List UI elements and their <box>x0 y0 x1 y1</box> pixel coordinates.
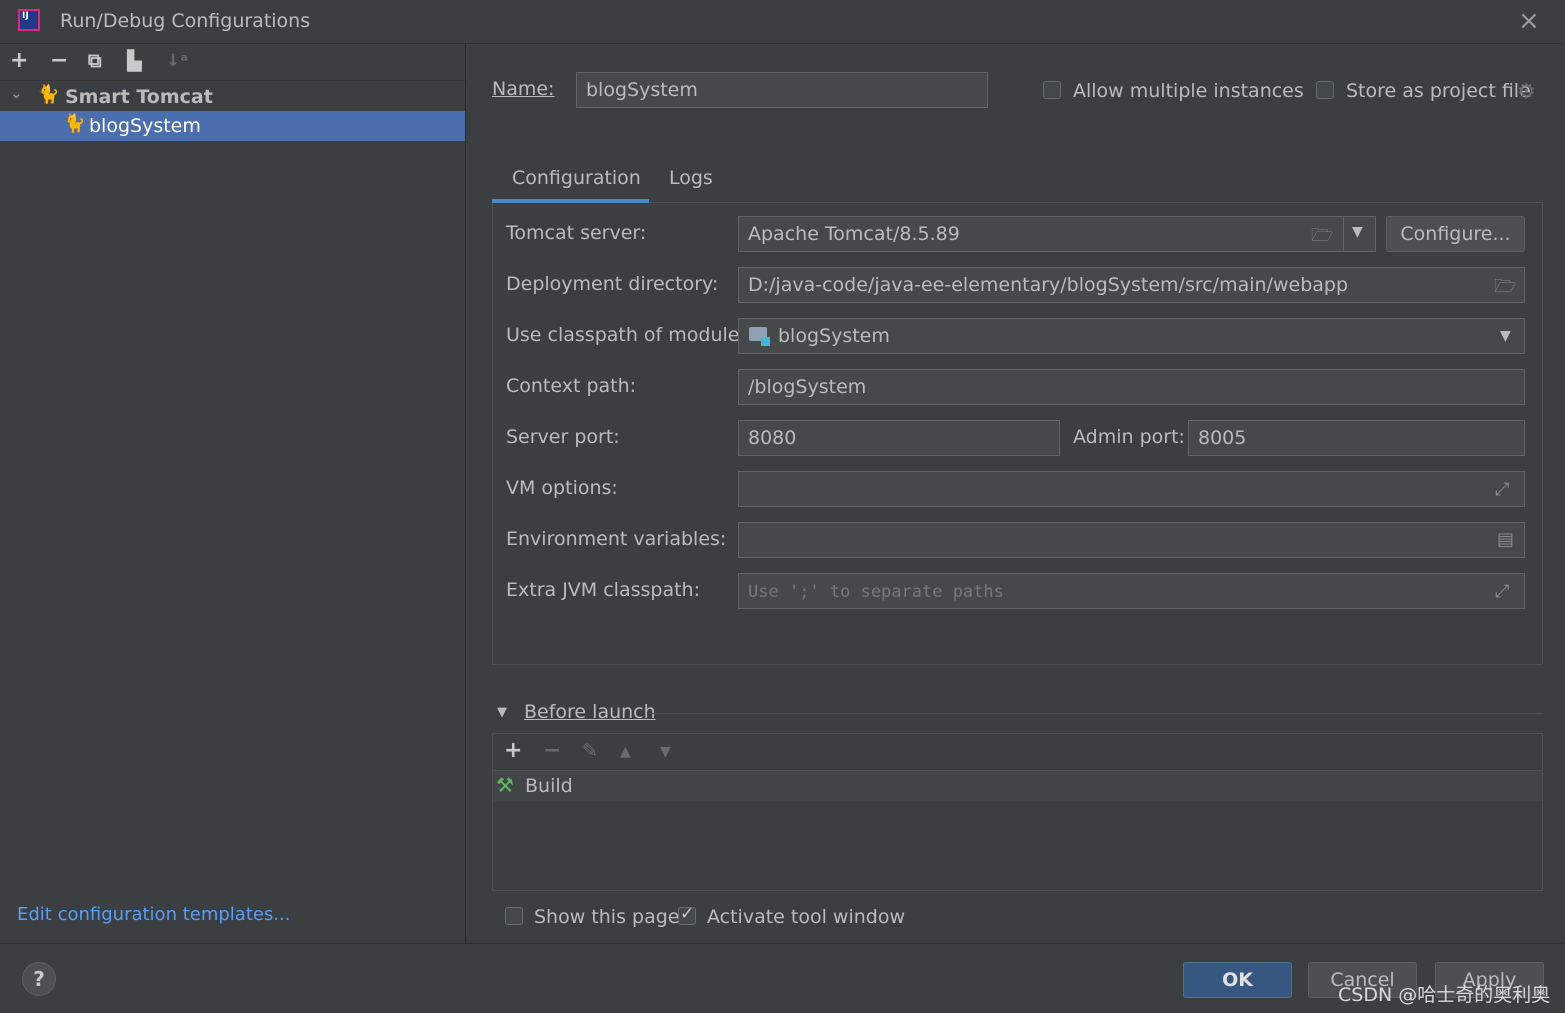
separator <box>650 713 1543 714</box>
server-port-label: Server port: <box>506 426 620 448</box>
classpath-module-select[interactable]: blogSystem <box>738 318 1525 354</box>
footer-separator <box>0 943 1565 944</box>
tomcat-server-select[interactable]: Apache Tomcat/8.5.89 <box>738 216 1376 252</box>
collapse-triangle-icon[interactable]: ▼ <box>497 705 507 720</box>
allow-multiple-label: Allow multiple instances <box>1073 80 1304 102</box>
activate-tool-label: Activate tool window <box>707 906 906 928</box>
move-up-icon[interactable]: ▲ <box>620 744 631 760</box>
deployment-dir-label: Deployment directory: <box>506 273 719 295</box>
close-icon[interactable]: × <box>1518 6 1540 36</box>
vm-options-input[interactable] <box>738 471 1525 507</box>
before-launch-title[interactable]: Before launch <box>524 701 656 723</box>
tomcat-server-value: Apache Tomcat/8.5.89 <box>748 223 960 245</box>
watermark: CSDN @哈士奇的奥利奥 <box>1338 984 1551 1006</box>
show-page-checkbox[interactable] <box>505 907 523 925</box>
classpath-module-label: Use classpath of module: <box>506 324 746 346</box>
admin-port-input[interactable]: 8005 <box>1188 420 1525 456</box>
tomcat-server-label: Tomcat server: <box>506 222 647 244</box>
remove-icon[interactable]: − <box>543 738 561 763</box>
add-icon[interactable]: + <box>10 48 28 73</box>
tomcat-icon: 🐈 <box>63 113 86 134</box>
dropdown-arrow-icon[interactable]: ▼ <box>1500 328 1511 344</box>
folder-icon[interactable]: 🗁 <box>1311 223 1333 253</box>
configurations-sidebar: + − ⧉ ▙ ↓ᵃ ⌄ 🐈 Smart Tomcat 🐈 blogSystem… <box>0 44 466 943</box>
expand-icon[interactable]: ⤢ <box>1495 479 1509 500</box>
divider <box>1343 217 1344 251</box>
hammer-icon: ⚒ <box>496 773 514 797</box>
classpath-module-value: blogSystem <box>778 325 890 347</box>
tree-item-blogsystem[interactable]: 🐈 blogSystem <box>0 111 465 141</box>
env-vars-label: Environment variables: <box>506 528 727 550</box>
before-launch-toolbar: + − ✎ ▲ ▼ <box>493 734 1542 771</box>
store-project-label: Store as project file <box>1346 80 1531 102</box>
context-path-input[interactable]: /blogSystem <box>738 369 1525 405</box>
folder-add-icon[interactable]: ▙ <box>127 50 142 72</box>
sort-icon[interactable]: ↓ᵃ <box>166 51 188 71</box>
extra-jvm-input[interactable]: Use ';' to separate paths <box>738 573 1525 609</box>
intellij-logo-icon: IJ <box>18 9 40 31</box>
tab-configuration[interactable]: Configuration <box>512 167 641 189</box>
chevron-down-icon[interactable]: ⌄ <box>10 84 23 102</box>
module-badge-icon <box>761 337 770 346</box>
gear-icon[interactable]: ⚙ <box>1517 79 1536 103</box>
before-launch-list: + − ✎ ▲ ▼ ⚒ Build <box>492 733 1543 891</box>
active-tab-indicator <box>492 199 649 203</box>
vm-options-label: VM options: <box>506 477 618 499</box>
env-vars-input[interactable] <box>738 522 1525 558</box>
folder-icon[interactable]: 🗁 <box>1494 274 1516 304</box>
admin-port-label: Admin port: <box>1073 426 1185 448</box>
tree-label-smart-tomcat: Smart Tomcat <box>65 86 213 108</box>
title-bar: IJ Run/Debug Configurations × <box>0 0 1565 44</box>
configure-button[interactable]: Configure... <box>1386 216 1525 252</box>
tab-logs[interactable]: Logs <box>669 167 713 189</box>
expand-icon[interactable]: ⤢ <box>1495 581 1509 602</box>
context-path-label: Context path: <box>506 375 637 397</box>
ok-button[interactable]: OK <box>1183 962 1292 998</box>
copy-icon[interactable]: ⧉ <box>88 50 102 72</box>
before-launch-item[interactable]: ⚒ Build <box>493 771 1542 801</box>
sidebar-toolbar: + − ⧉ ▙ ↓ᵃ <box>0 44 465 81</box>
add-icon[interactable]: + <box>504 738 522 763</box>
edit-templates-link[interactable]: Edit configuration templates... <box>17 904 291 925</box>
deployment-dir-input[interactable]: D:/java-code/java-ee-elementary/blogSyst… <box>738 267 1525 303</box>
activate-tool-checkbox[interactable] <box>678 904 696 925</box>
allow-multiple-checkbox[interactable] <box>1043 81 1061 99</box>
extra-jvm-label: Extra JVM classpath: <box>506 579 700 601</box>
dropdown-arrow-icon[interactable]: ▼ <box>1352 224 1363 240</box>
show-page-label: Show this page <box>534 906 680 928</box>
name-label: Name: <box>492 78 555 100</box>
tree-label-blogsystem: blogSystem <box>89 115 201 137</box>
edit-icon[interactable]: ✎ <box>582 740 598 762</box>
build-label: Build <box>525 775 573 797</box>
tomcat-icon: 🐈 <box>37 84 60 105</box>
store-project-checkbox[interactable] <box>1316 81 1334 99</box>
server-port-input[interactable]: 8080 <box>738 420 1060 456</box>
list-icon[interactable]: ▤ <box>1497 529 1514 550</box>
help-button[interactable]: ? <box>22 962 56 996</box>
window-title: Run/Debug Configurations <box>60 10 311 32</box>
tree-item-smart-tomcat[interactable]: ⌄ 🐈 Smart Tomcat <box>0 82 465 112</box>
remove-icon[interactable]: − <box>50 48 68 73</box>
name-input[interactable]: blogSystem <box>576 72 988 108</box>
move-down-icon[interactable]: ▼ <box>660 744 671 760</box>
